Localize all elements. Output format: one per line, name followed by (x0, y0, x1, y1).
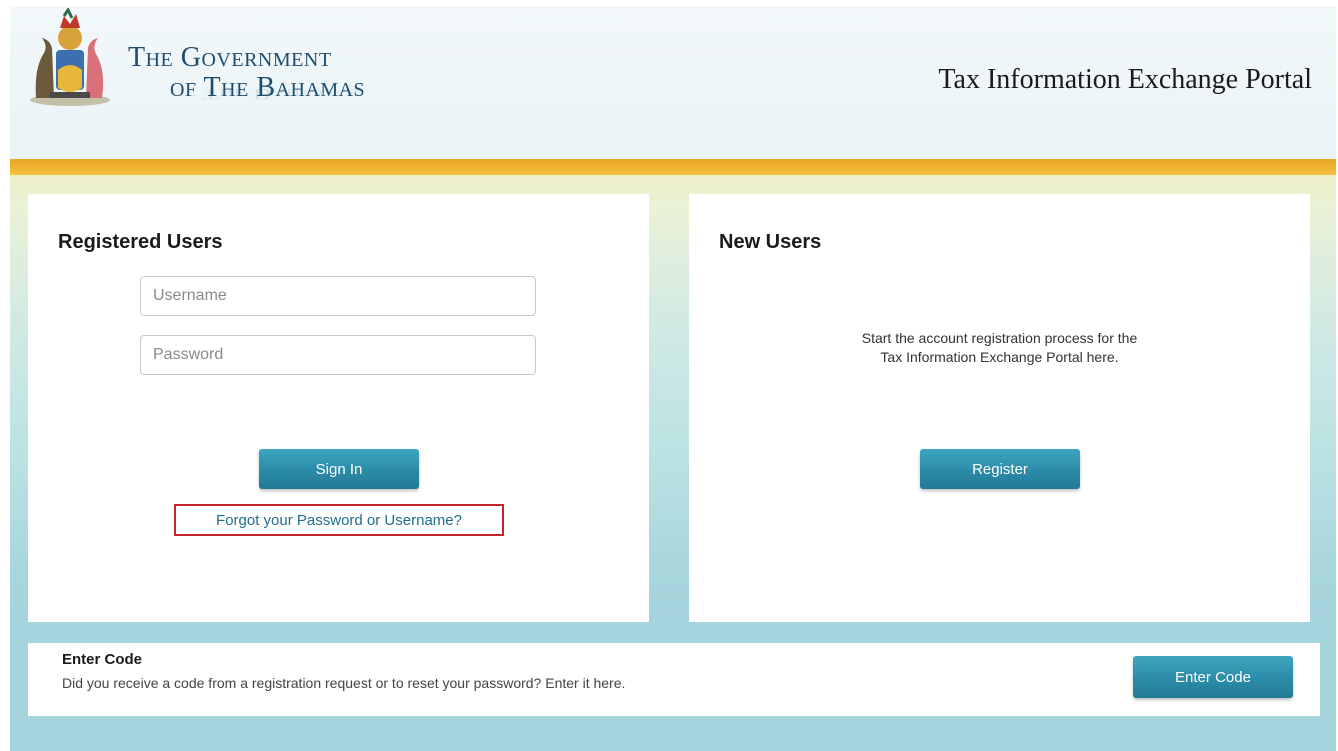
bahamas-coat-of-arms-icon (30, 8, 110, 106)
new-users-description-line1: Start the account registration process f… (861, 330, 1138, 346)
enter-code-description: Did you receive a code from a registrati… (62, 675, 626, 691)
portal-title: Tax Information Exchange Portal (938, 64, 1312, 95)
header: The Government of The Bahamas of The Bah… (10, 6, 1336, 159)
page: The Government of The Bahamas of The Bah… (10, 6, 1336, 751)
gov-title-reflection: of The Bahamas (170, 84, 359, 102)
registered-users-panel: Registered Users Sign In Forgot your Pas… (28, 194, 649, 622)
forgot-password-link[interactable]: Forgot your Password or Username? (174, 504, 504, 536)
new-users-description: Start the account registration process f… (689, 329, 1310, 367)
gov-title-line1: The Government (128, 42, 332, 73)
header-band (10, 159, 1336, 175)
password-input[interactable] (140, 335, 536, 375)
register-button[interactable]: Register (920, 449, 1080, 489)
new-users-title: New Users (719, 231, 822, 253)
enter-code-title: Enter Code (62, 651, 143, 668)
enter-code-button[interactable]: Enter Code (1133, 656, 1293, 698)
enter-code-panel: Enter Code Did you receive a code from a… (28, 643, 1320, 716)
username-input[interactable] (140, 276, 536, 316)
new-users-description-line2: Tax Information Exchange Portal here. (880, 349, 1119, 365)
new-users-panel: New Users Start the account registration… (689, 194, 1310, 622)
sign-in-button[interactable]: Sign In (259, 449, 419, 489)
registered-users-title: Registered Users (58, 231, 223, 253)
